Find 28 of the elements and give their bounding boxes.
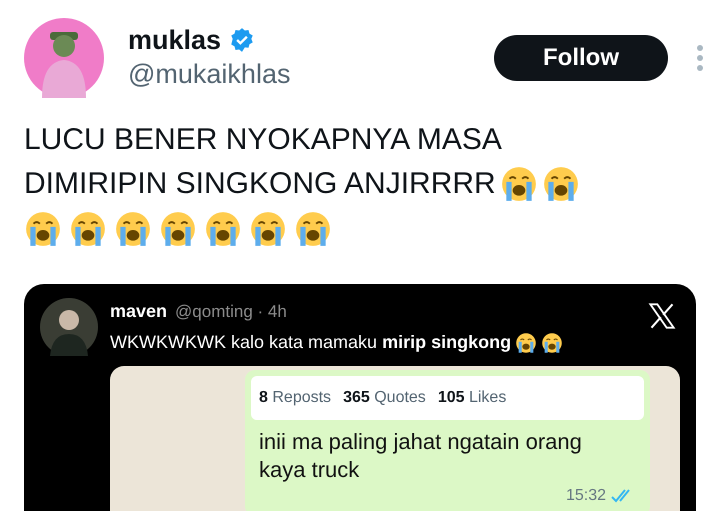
message-text: inii ma paling jahat ngatain orang kaya truck xyxy=(258,428,583,484)
stat-text: 365 Quotes xyxy=(343,388,426,408)
stat-text: 8 Reposts xyxy=(259,388,332,408)
crying-face-icon xyxy=(294,210,332,248)
crying-face-icon xyxy=(542,165,580,203)
crying-face-icon xyxy=(249,210,287,248)
user-avatar xyxy=(40,298,98,356)
post-meta: @qomting · 4h xyxy=(175,301,287,323)
crying-face-icon xyxy=(159,210,197,248)
author-name: muklas xyxy=(128,24,222,56)
user-name: maven xyxy=(110,300,168,323)
post-text: WKWKWKWK kalo kata mamaku mirip singkong xyxy=(110,331,512,354)
tweet-text: DIMIRIPIN SINGKONG ANJIRRRR xyxy=(24,166,496,202)
crying-face-icon xyxy=(500,165,538,203)
crying-face-icon xyxy=(515,332,538,354)
follow-button[interactable]: Follow xyxy=(494,35,668,81)
message-time: 15:32 xyxy=(566,486,606,506)
tweet-text: LUCU BENER NYOKAPNYA MASA xyxy=(24,122,502,158)
crying-face-icon xyxy=(114,210,152,248)
crying-face-icon xyxy=(204,210,242,248)
crying-face-icon xyxy=(541,332,564,354)
crying-face-icon xyxy=(24,210,62,248)
x-logo-icon xyxy=(648,302,676,330)
stat-text: 105 Likes xyxy=(438,388,506,408)
crying-face-icon xyxy=(69,210,107,248)
author-handle: @mukaikhlas xyxy=(128,58,290,91)
avatar[interactable] xyxy=(24,18,104,98)
quoted-image[interactable]: maven @qomting · 4h WKWKWKWK kalo kata mamaku mirip singkong 8 Reposts 365 Quotes 105 Likes inii ma paling jahat ngatain orang kaya truck 15:32 xyxy=(24,284,696,511)
